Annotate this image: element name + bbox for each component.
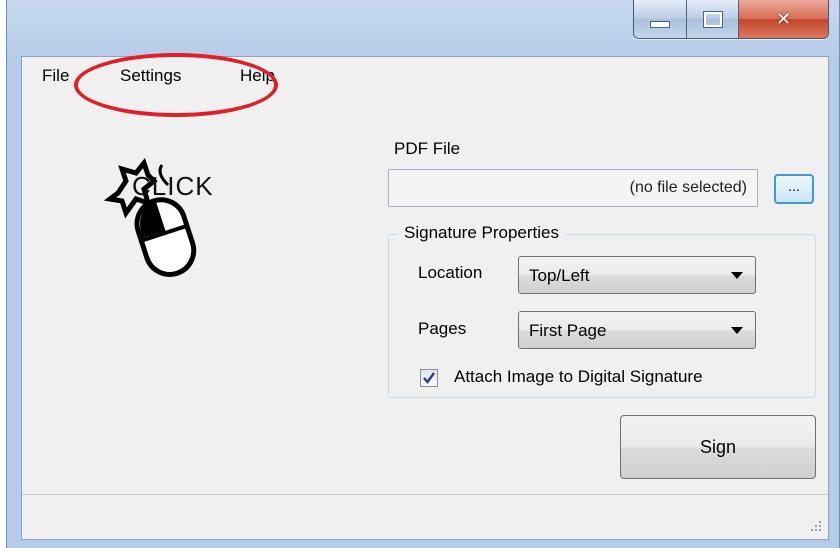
chevron-down-icon: [731, 272, 743, 279]
resize-grip-icon[interactable]: [808, 519, 822, 533]
caption-buttons: ✕: [633, 0, 829, 39]
checkmark-icon: [423, 372, 435, 384]
menu-file[interactable]: File: [42, 66, 69, 86]
close-icon: ✕: [775, 8, 792, 30]
location-dropdown[interactable]: Top/Left: [518, 256, 756, 294]
sign-button-label: Sign: [699, 436, 737, 457]
menu-bar: File Settings Help: [22, 53, 828, 117]
signature-properties-title: Signature Properties: [398, 223, 565, 243]
pdf-file-label: PDF File: [394, 139, 461, 158]
browse-button-label: ...: [788, 178, 800, 194]
minimize-button[interactable]: [634, 0, 686, 38]
menu-settings[interactable]: Settings: [120, 66, 181, 86]
maximize-button[interactable]: [686, 0, 738, 38]
pdf-file-value: (no file selected): [629, 179, 747, 196]
title-bar[interactable]: ✕: [7, 0, 839, 56]
sign-button[interactable]: Sign: [620, 415, 816, 479]
app-window: ✕ File Settings Help CLICK PDF File (no …: [6, 0, 840, 548]
location-label: Location: [418, 263, 483, 282]
click-text: CLICK: [132, 171, 214, 201]
chevron-down-icon: [731, 327, 743, 334]
pages-dropdown[interactable]: First Page: [518, 311, 756, 349]
pdf-file-field[interactable]: (no file selected): [388, 169, 758, 207]
browse-button[interactable]: ...: [774, 174, 814, 204]
menu-help[interactable]: Help: [240, 66, 275, 86]
pages-label: Pages: [418, 319, 467, 338]
pages-value: First Page: [529, 321, 607, 340]
client-area: File Settings Help CLICK PDF File (no fi…: [21, 53, 829, 540]
location-value: Top/Left: [529, 266, 590, 285]
minimize-icon: [650, 20, 670, 28]
attach-image-checkbox[interactable]: [420, 369, 438, 387]
maximize-icon: [702, 10, 723, 28]
attach-image-label[interactable]: Attach Image to Digital Signature: [454, 367, 703, 387]
status-bar: [22, 494, 828, 539]
close-button[interactable]: ✕: [738, 0, 828, 38]
